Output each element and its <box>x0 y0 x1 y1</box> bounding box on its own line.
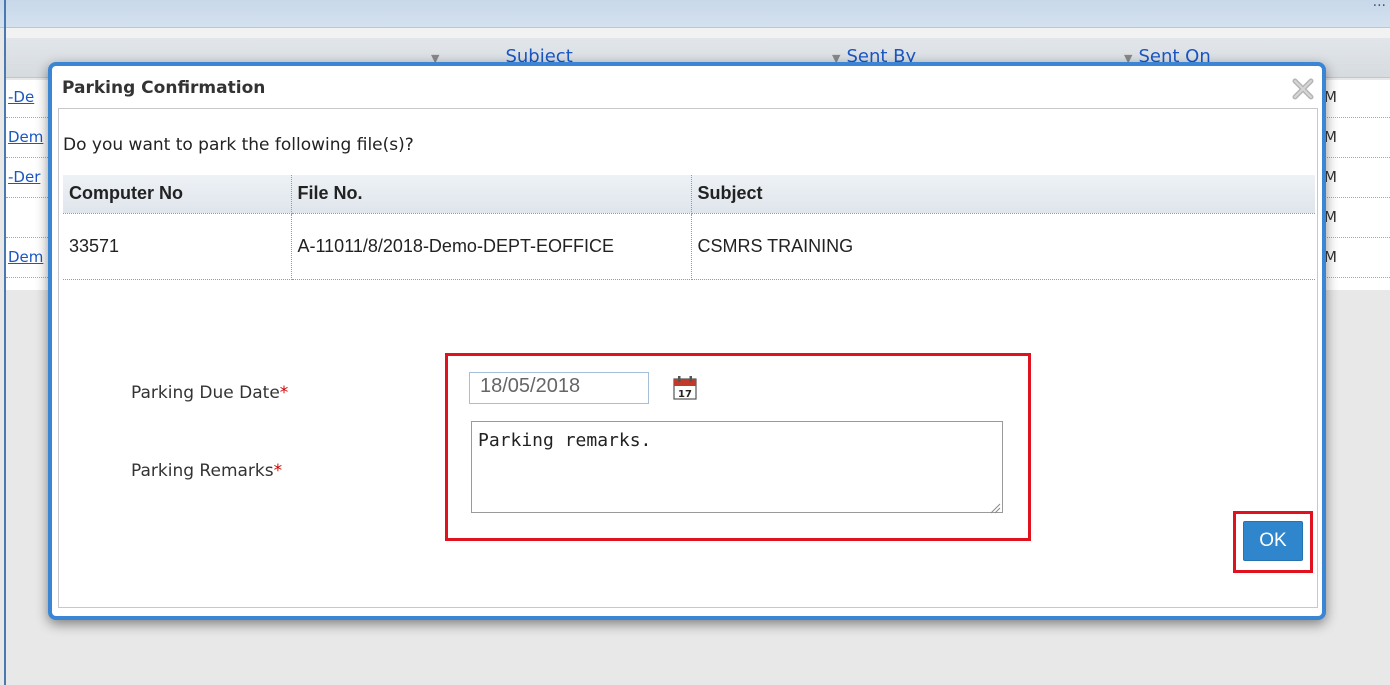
subject-cell: CSMRS TRAINING <box>691 213 1315 280</box>
remarks-textarea[interactable]: Parking remarks. <box>471 421 1003 513</box>
top-bar: ... <box>0 0 1390 28</box>
file-link[interactable]: Dem <box>8 128 43 146</box>
file-table: Computer No File No. Subject 33571 A-110… <box>63 175 1315 280</box>
top-bar-text: ... <box>1372 0 1386 10</box>
calendar-day: 17 <box>678 389 692 400</box>
computer-no-cell: 33571 <box>63 213 292 280</box>
column-header-file-no: File No. <box>291 175 692 214</box>
parking-confirmation-dialog: Parking Confirmation Do you want to park… <box>48 62 1326 620</box>
due-date-label: Parking Due Date* <box>131 383 289 403</box>
resize-grip-icon[interactable] <box>989 499 1001 514</box>
column-header-computer-no: Computer No <box>63 175 292 214</box>
column-header-subject: Subject <box>691 175 1315 214</box>
dialog-body: Do you want to park the following file(s… <box>58 108 1318 608</box>
table-header-row: Computer No File No. Subject <box>63 175 1315 214</box>
confirmation-question: Do you want to park the following file(s… <box>63 135 414 155</box>
close-icon[interactable] <box>1290 76 1316 102</box>
remarks-label: Parking Remarks* <box>131 461 283 481</box>
ok-button[interactable]: OK <box>1243 521 1303 561</box>
table-row: 33571 A-11011/8/2018-Demo-DEPT-EOFFICE C… <box>63 213 1315 280</box>
file-link[interactable]: -De <box>8 88 34 106</box>
file-no-cell: A-11011/8/2018-Demo-DEPT-EOFFICE <box>291 213 692 280</box>
left-border <box>4 0 6 685</box>
separator-band <box>6 28 1390 38</box>
due-date-input[interactable]: 18/05/2018 <box>469 372 649 404</box>
file-link[interactable]: Dem <box>8 248 43 266</box>
file-link[interactable]: -Der <box>8 168 40 186</box>
calendar-icon[interactable]: 17 <box>672 375 698 401</box>
dialog-title: Parking Confirmation <box>62 78 266 98</box>
